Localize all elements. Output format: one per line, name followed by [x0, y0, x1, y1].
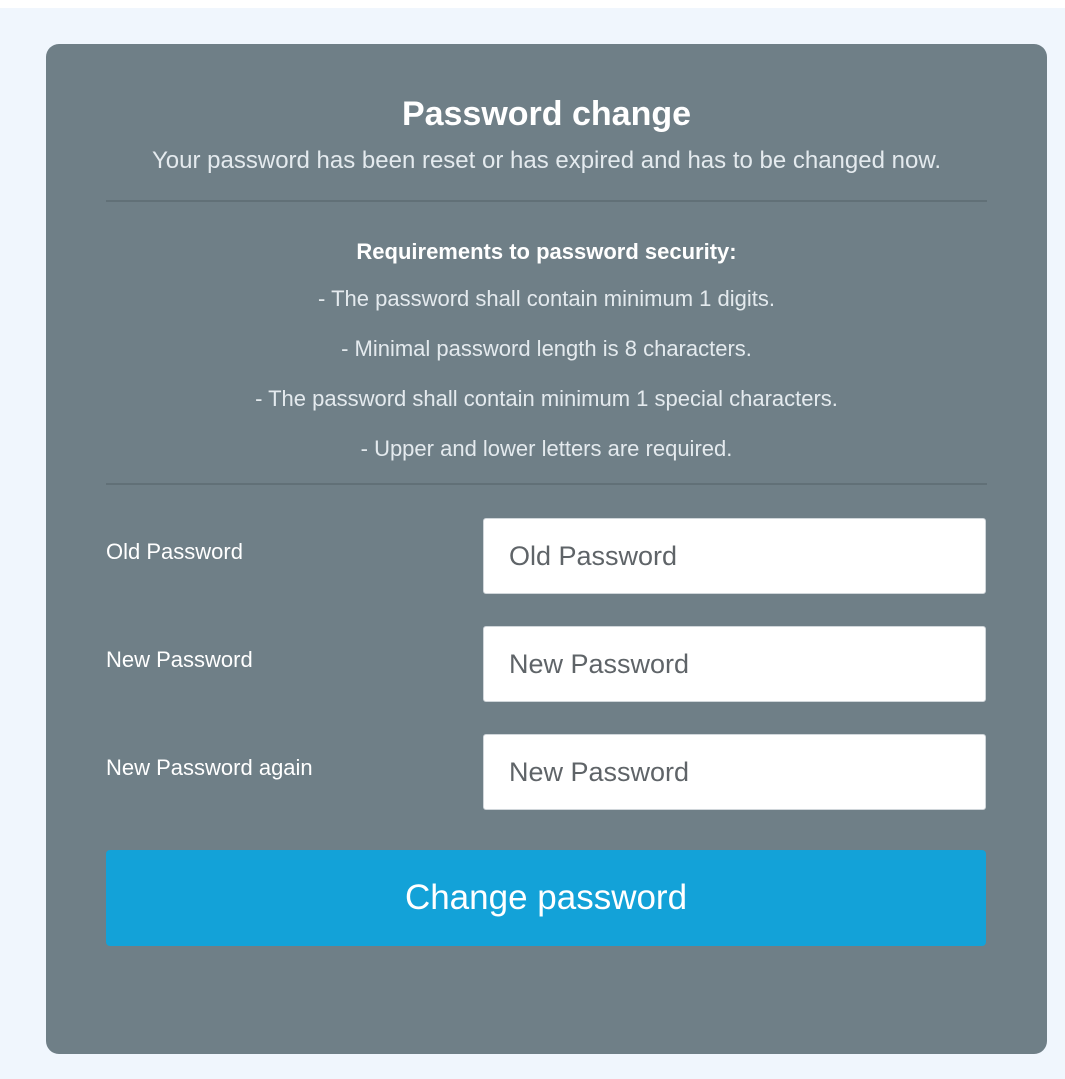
requirements-list: - The password shall contain minimum 1 d…	[106, 286, 987, 462]
old-password-row: Old Password	[106, 518, 987, 594]
requirement-item: - Upper and lower letters are required.	[360, 436, 733, 461]
new-password-label: New Password	[106, 647, 253, 672]
divider	[106, 483, 987, 485]
page-subtitle: Your password has been reset or has expi…	[152, 147, 941, 174]
requirement-item: - The password shall contain minimum 1 d…	[318, 286, 775, 311]
confirm-password-label: New Password again	[106, 755, 313, 780]
requirements-heading: Requirements to password security:	[356, 239, 737, 264]
page-title: Password change	[401, 95, 692, 133]
requirement-item: - Minimal password length is 8 character…	[341, 336, 752, 361]
divider	[106, 200, 987, 202]
requirements-section: Requirements to password security: - The…	[106, 240, 987, 462]
new-password-input[interactable]	[483, 626, 986, 702]
old-password-input[interactable]	[483, 518, 986, 594]
requirement-item: - The password shall contain minimum 1 s…	[255, 386, 838, 411]
change-password-button[interactable]: Change password	[106, 850, 986, 946]
new-password-row: New Password	[106, 626, 987, 702]
password-change-card: Password change Your password has been r…	[46, 44, 1047, 1054]
old-password-label: Old Password	[106, 539, 243, 564]
confirm-password-input[interactable]	[483, 734, 986, 810]
confirm-password-row: New Password again	[106, 734, 987, 810]
